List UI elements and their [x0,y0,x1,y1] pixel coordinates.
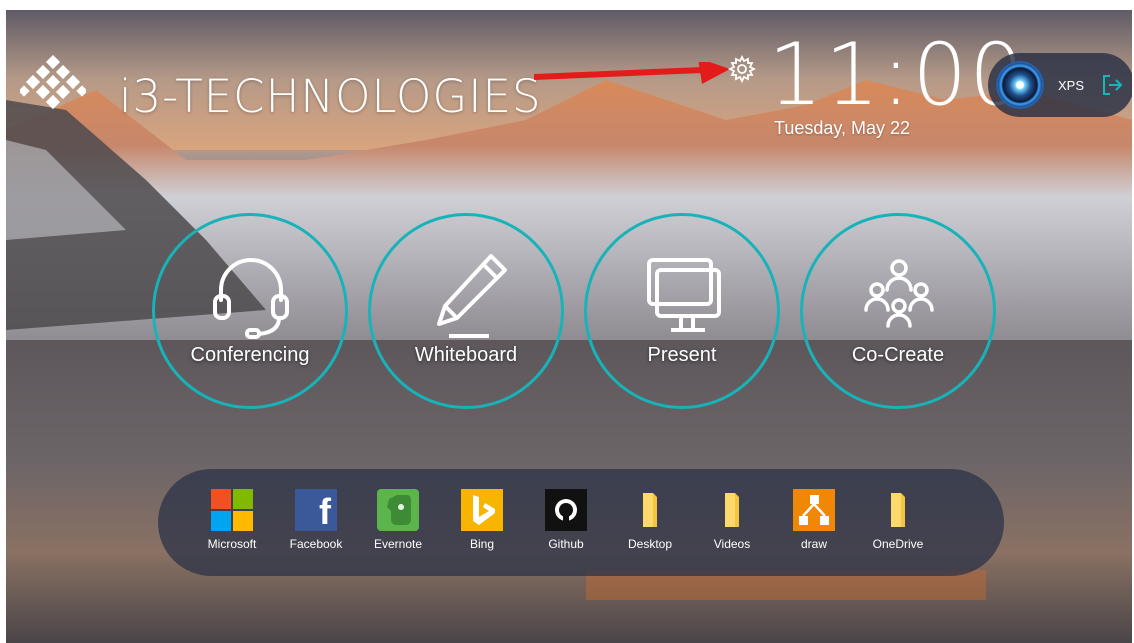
microsoft-icon [211,489,253,531]
app-bing[interactable]: Bing [444,489,520,551]
people-group-icon [864,259,934,328]
co-create-label: Co-Create [851,344,945,366]
github-icon [545,489,587,531]
app-label: Evernote [373,537,423,551]
i3-logo-icon [20,55,86,110]
folder-icon [629,489,671,531]
pencil-icon [437,254,507,338]
present-label: Present [647,344,717,366]
folder-icon [877,489,919,531]
app-label: Videos [713,537,751,551]
user-name: XPS [1058,78,1085,93]
logout-icon[interactable] [1100,73,1124,97]
draw-icon [793,489,835,531]
conferencing-button[interactable]: Conferencing [152,213,348,409]
user-avatar[interactable] [996,61,1044,109]
app-label: Microsoft [207,537,257,551]
settings-gear-icon[interactable] [728,55,756,83]
folder-icon [711,489,753,531]
app-label: Facebook [289,537,343,551]
conferencing-label: Conferencing [190,344,310,366]
app-github[interactable]: Github [528,489,604,551]
desktop-screen: i3-TECHNOLOGIES 11:00 Tuesday, May 22 XP… [6,10,1132,643]
co-create-button[interactable]: Co-Create [800,213,996,409]
bing-icon [461,489,503,531]
app-label: draw [800,537,827,551]
app-desktop[interactable]: Desktop [612,489,688,551]
brand-title: i3-TECHNOLOGIES [119,70,542,123]
facebook-icon: f [295,489,337,532]
clock-time: 11:00 [768,25,1026,125]
app-draw[interactable]: draw [776,489,852,551]
red-arrow-annotation [534,62,730,84]
headset-icon [213,258,289,339]
whiteboard-button[interactable]: Whiteboard [368,213,564,409]
app-label: Desktop [627,537,673,551]
app-onedrive[interactable]: OneDrive [860,489,936,551]
user-account-pill[interactable]: XPS [988,53,1132,117]
app-label: Bing [469,537,495,551]
monitor-icon [647,258,721,332]
whiteboard-label: Whiteboard [414,344,518,366]
app-label: Github [548,537,584,551]
app-videos[interactable]: Videos [694,489,770,551]
app-label: OneDrive [872,537,924,551]
present-button[interactable]: Present [584,213,780,409]
app-evernote[interactable]: Evernote [360,489,436,551]
evernote-icon [377,489,419,531]
clock-date: Tuesday, May 22 [774,118,911,138]
app-facebook[interactable]: f Facebook [278,489,354,551]
app-dock: Microsoft f Facebook Evernote Bing Githu… [158,469,1004,576]
app-microsoft[interactable]: Microsoft [194,489,270,551]
